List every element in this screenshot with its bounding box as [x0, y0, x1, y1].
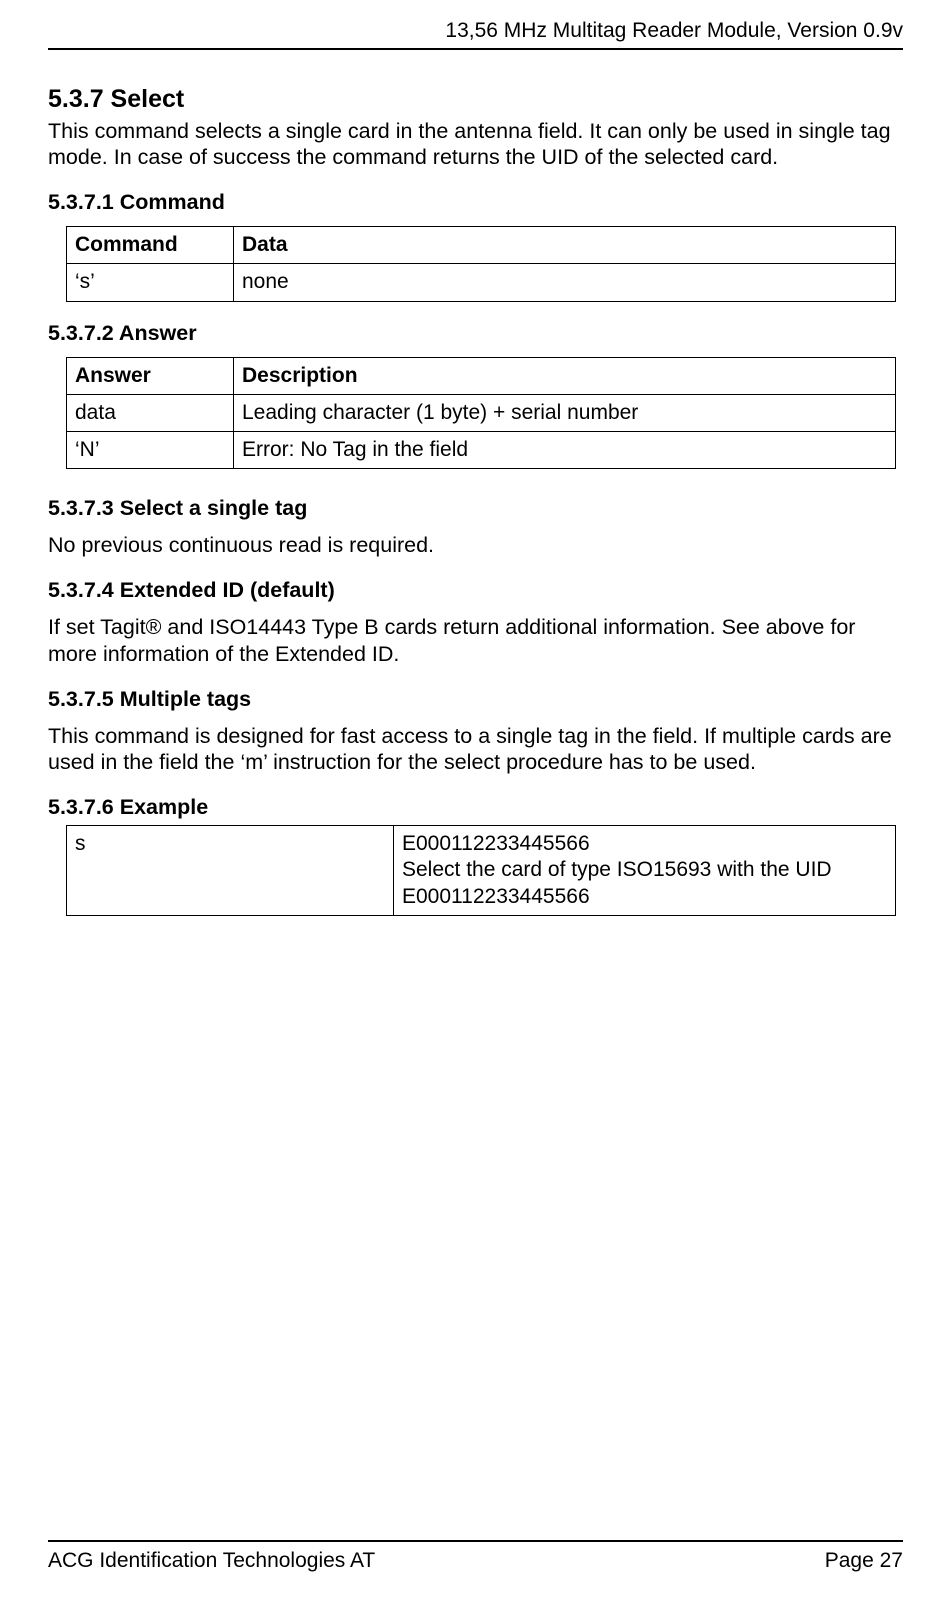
footer-right: Page 27 [825, 1548, 903, 1574]
heading-5-3-7-5: 5.3.7.5 Multiple tags [48, 686, 903, 713]
page-header-title: 13,56 MHz Multitag Reader Module, Versio… [48, 18, 903, 44]
th-answer: Answer [67, 357, 234, 394]
table-answer: Answer Description data Leading characte… [66, 357, 896, 470]
document-page: 13,56 MHz Multitag Reader Module, Versio… [0, 0, 951, 1602]
heading-5-3-7-1: 5.3.7.1 Command [48, 189, 903, 216]
example-output-line1: E000112233445566 [402, 831, 887, 857]
cell-answer: data [67, 394, 234, 431]
table-row: Command Data [67, 227, 896, 264]
cell-description: Leading character (1 byte) + serial numb… [234, 394, 896, 431]
header-rule [48, 48, 903, 50]
cell-answer: ‘N’ [67, 432, 234, 469]
cell-description: Error: No Tag in the field [234, 432, 896, 469]
table-example: s E000112233445566 Select the card of ty… [66, 825, 896, 916]
th-description: Description [234, 357, 896, 394]
footer-left: ACG Identification Technologies AT [48, 1548, 375, 1574]
page-footer: ACG Identification Technologies AT Page … [48, 1540, 903, 1574]
table-row: Answer Description [67, 357, 896, 394]
heading-5-3-7-2: 5.3.7.2 Answer [48, 320, 903, 347]
paragraph-5-3-7-4: If set Tagit® and ISO14443 Type B cards … [48, 614, 903, 668]
footer-rule [48, 1540, 903, 1542]
heading-5-3-7-6: 5.3.7.6 Example [48, 794, 903, 821]
heading-5-3-7: 5.3.7 Select [48, 84, 903, 115]
table-command: Command Data ‘s’ none [66, 226, 896, 302]
heading-5-3-7-3: 5.3.7.3 Select a single tag [48, 495, 903, 522]
example-output-line2: Select the card of type ISO15693 with th… [402, 857, 887, 910]
paragraph-5-3-7-5: This command is designed for fast access… [48, 723, 903, 777]
cell-example-output: E000112233445566 Select the card of type… [394, 826, 896, 916]
cell-data: none [234, 264, 896, 301]
th-command: Command [67, 227, 234, 264]
th-data: Data [234, 227, 896, 264]
paragraph-5-3-7-3: No previous continuous read is required. [48, 532, 903, 559]
table-row: s E000112233445566 Select the card of ty… [67, 826, 896, 916]
heading-5-3-7-4: 5.3.7.4 Extended ID (default) [48, 577, 903, 604]
table-row: ‘N’ Error: No Tag in the field [67, 432, 896, 469]
paragraph-5-3-7-intro: This command selects a single card in th… [48, 118, 903, 172]
cell-example-input: s [67, 826, 394, 916]
table-row: ‘s’ none [67, 264, 896, 301]
table-row: data Leading character (1 byte) + serial… [67, 394, 896, 431]
cell-command: ‘s’ [67, 264, 234, 301]
